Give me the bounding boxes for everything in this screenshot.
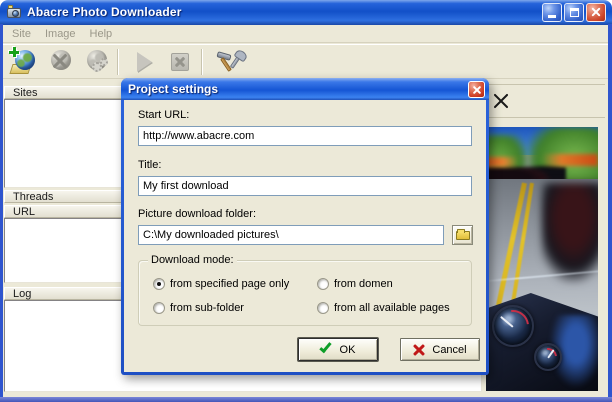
close-icon [473,86,481,94]
radio-from-domen[interactable]: from domen [317,278,393,290]
folder-label: Picture download folder: [138,208,256,220]
title-label: Title: [138,159,161,171]
photo-preview [486,127,598,391]
window-border-bottom [0,397,612,402]
radio-from-sub-folder[interactable]: from sub-folder [153,302,244,314]
menu-bar: Site Image Help [3,25,608,43]
check-icon [319,340,331,353]
dialog-close-button[interactable] [468,81,485,98]
image-toolbar [482,85,605,118]
dialog-body: Start URL: Title: Picture download folde… [124,100,486,372]
minimize-button[interactable] [542,3,562,22]
delete-image-button[interactable] [490,90,512,112]
minimize-icon [548,15,556,18]
photo-small-gauge [534,343,562,371]
site-settings-button[interactable] [78,47,114,77]
title-input[interactable] [138,176,472,196]
toolbar-separator [201,49,203,75]
dialog-titlebar[interactable]: Project settings [121,78,489,100]
new-site-button[interactable] [6,47,42,77]
radio-from-all-pages[interactable]: from all available pages [317,302,450,314]
start-url-input[interactable] [138,126,472,146]
folder-icon [456,231,470,240]
stop-download-button[interactable] [162,47,198,77]
radio-icon[interactable] [317,302,329,314]
radio-label: from all available pages [334,302,450,314]
plus-badge-icon [9,47,19,57]
window-title: Abacre Photo Downloader [27,5,182,19]
options-button[interactable] [210,47,246,77]
start-url-label: Start URL: [138,109,189,121]
x-badge-icon [52,53,68,69]
tools-icon [215,49,242,74]
menu-site[interactable]: Site [7,26,40,42]
photo-foreground-car [542,183,598,283]
delete-image-icon [493,93,509,109]
close-button[interactable] [586,3,606,22]
window-border-left [0,24,3,402]
image-panel [482,84,605,392]
ok-button-label: OK [340,344,356,356]
play-icon [137,52,152,72]
window-titlebar[interactable]: Abacre Photo Downloader [0,0,612,25]
maximize-button[interactable] [564,3,584,22]
stop-icon [171,53,189,71]
folder-input[interactable] [138,225,444,245]
radio-label: from sub-folder [170,302,244,314]
start-download-button[interactable] [126,47,162,77]
globe-add-icon [11,49,37,74]
photo-speedometer [492,305,534,347]
browse-folder-button[interactable] [452,225,473,245]
photo-orange-blur [542,154,598,166]
globe-gears-icon [83,49,109,74]
toolbar-separator [117,49,119,75]
radio-icon[interactable] [317,278,329,290]
main-toolbar [3,44,608,79]
cancel-button[interactable]: Cancel [400,338,480,361]
dialog-title: Project settings [128,82,218,96]
radio-icon[interactable] [153,278,165,290]
delete-site-button[interactable] [42,47,78,77]
menu-image[interactable]: Image [40,26,85,42]
radio-icon[interactable] [153,302,165,314]
radio-label: from specified page only [170,278,289,290]
close-icon [592,7,601,16]
photo-orange-blur [486,157,518,167]
cancel-x-icon [413,344,425,356]
maximize-icon [570,8,579,17]
app-icon [6,4,22,20]
app-window: Abacre Photo Downloader Site Image Help [0,0,612,402]
radio-from-specified-page[interactable]: from specified page only [153,278,289,290]
download-mode-legend: Download mode: [148,254,237,266]
menu-help[interactable]: Help [85,26,122,42]
radio-label: from domen [334,278,393,290]
cancel-button-label: Cancel [432,344,466,356]
globe-delete-icon [47,49,73,74]
project-settings-dialog: Project settings Start URL: Title: Pictu… [121,78,489,375]
download-mode-group: Download mode: from specified page only … [138,260,472,326]
window-border-right [608,24,612,402]
ok-button[interactable]: OK [298,338,378,361]
